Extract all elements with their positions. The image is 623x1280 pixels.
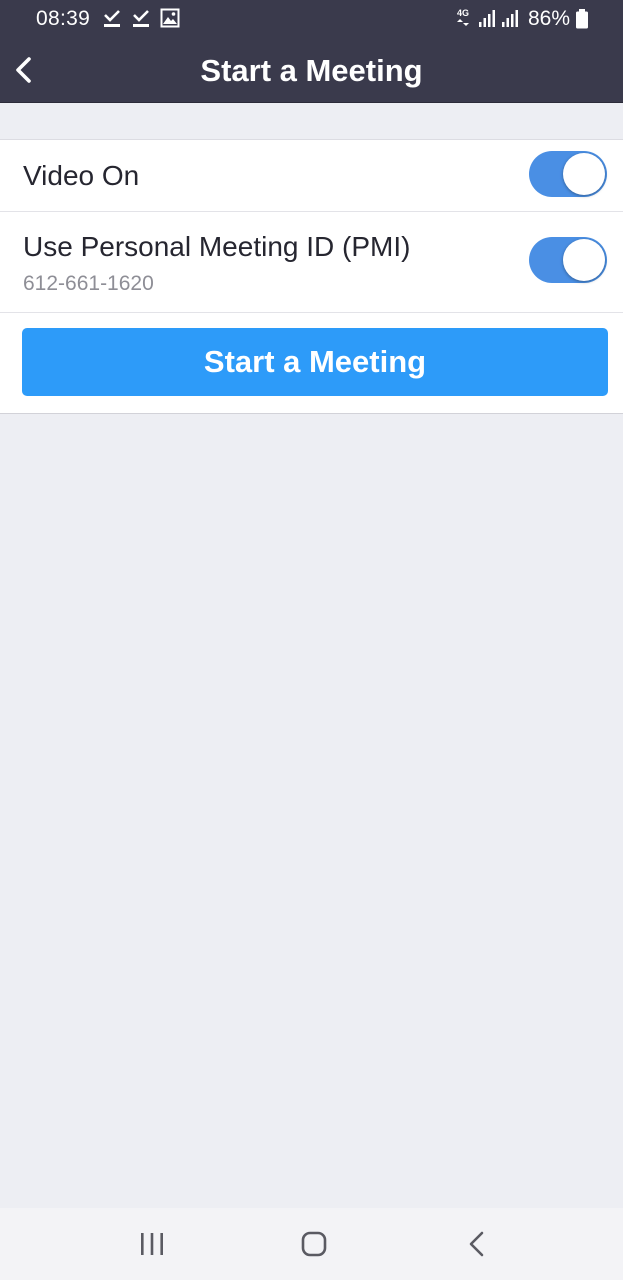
status-bar: 08:39 4G 86% [0,0,623,38]
start-meeting-button[interactable]: Start a Meeting [22,328,608,396]
download-done-icon [102,8,122,35]
pmi-toggle[interactable] [529,237,607,283]
pmi-label: Use Personal Meeting ID (PMI) [23,231,411,262]
battery-icon [575,9,589,34]
screen: 08:39 4G 86% Start a Meeting Video On Us… [0,0,623,1280]
back-icon [446,1231,506,1268]
app-bar: Start a Meeting [0,38,623,103]
pmi-row: Use Personal Meeting ID (PMI) 612-661-16… [0,211,623,313]
page-title: Start a Meeting [200,53,423,88]
recent-apps-button[interactable] [122,1224,182,1264]
video-on-label: Video On [23,160,140,191]
signal-icon [501,8,521,33]
download-done-icon [131,8,151,35]
network-4g-icon: 4G [456,7,472,34]
battery-percent: 86% [528,7,571,30]
home-icon [284,1231,344,1268]
image-icon [160,8,180,33]
svg-text:4G: 4G [457,8,469,18]
toggle-knob [563,153,605,195]
system-nav-bar [0,1208,623,1280]
recent-apps-icon [122,1233,182,1268]
pmi-meeting-id: 612-661-1620 [23,272,154,295]
video-on-row: Video On [0,140,623,212]
home-button[interactable] [284,1224,344,1264]
toggle-knob [563,239,605,281]
video-on-toggle[interactable] [529,151,607,197]
signal-icon [478,8,498,33]
status-time: 08:39 [36,7,91,30]
system-back-button[interactable] [446,1224,506,1264]
meeting-settings-card: Video On Use Personal Meeting ID (PMI) 6… [0,139,623,414]
